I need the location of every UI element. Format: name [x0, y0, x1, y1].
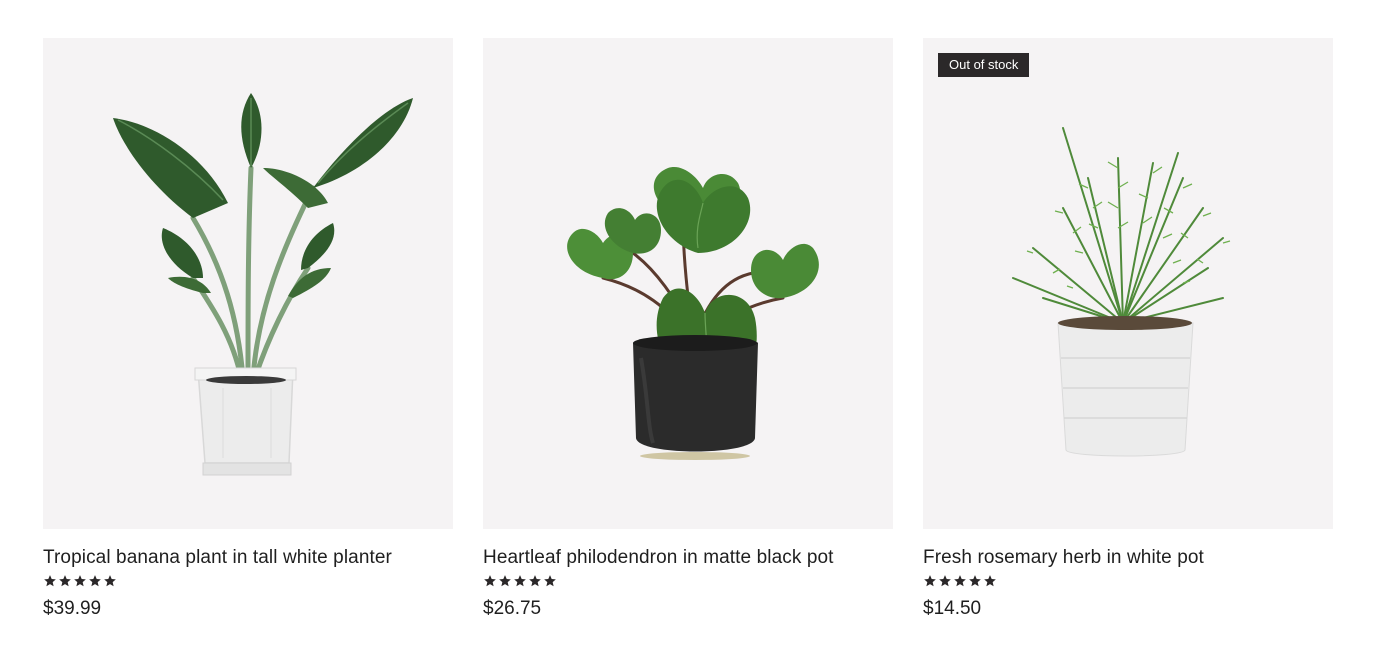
star-icon — [499, 575, 511, 587]
star-icon — [939, 575, 951, 587]
rating-stars — [43, 574, 453, 590]
product-grid: Tropical banana plant in tall white plan… — [43, 38, 1333, 621]
star-icon — [529, 575, 541, 587]
star-icon — [484, 575, 496, 587]
philodendron-image — [567, 167, 819, 460]
star-icon — [44, 575, 56, 587]
product-image[interactable]: Out of stock — [923, 38, 1333, 529]
rating-stars — [483, 574, 893, 590]
star-icon — [89, 575, 101, 587]
out-of-stock-badge: Out of stock — [938, 53, 1030, 77]
product-card[interactable]: Heartleaf philodendron in matte black po… — [483, 38, 893, 621]
product-title[interactable]: Heartleaf philodendron in matte black po… — [483, 546, 893, 570]
banana-plant-image — [113, 93, 413, 476]
star-icon — [969, 575, 981, 587]
product-title[interactable]: Fresh rosemary herb in white pot — [923, 546, 1333, 570]
product-card[interactable]: Out of stock Fresh rosemary herb in whit… — [923, 38, 1333, 621]
product-title[interactable]: Tropical banana plant in tall white plan… — [43, 546, 453, 570]
star-icon — [74, 575, 86, 587]
star-icon — [104, 575, 116, 587]
rosemary-image — [1012, 127, 1231, 457]
star-icon — [59, 575, 71, 587]
star-icon — [514, 575, 526, 587]
product-image[interactable] — [43, 38, 453, 529]
product-price: $26.75 — [483, 598, 542, 619]
product-price: $14.50 — [923, 598, 982, 619]
product-image[interactable] — [483, 38, 893, 529]
star-icon — [544, 575, 556, 587]
star-icon — [984, 575, 996, 587]
product-card[interactable]: Tropical banana plant in tall white plan… — [43, 38, 453, 621]
rating-stars — [923, 574, 1333, 590]
star-icon — [924, 575, 936, 587]
product-price: $39.99 — [43, 598, 102, 619]
star-icon — [954, 575, 966, 587]
